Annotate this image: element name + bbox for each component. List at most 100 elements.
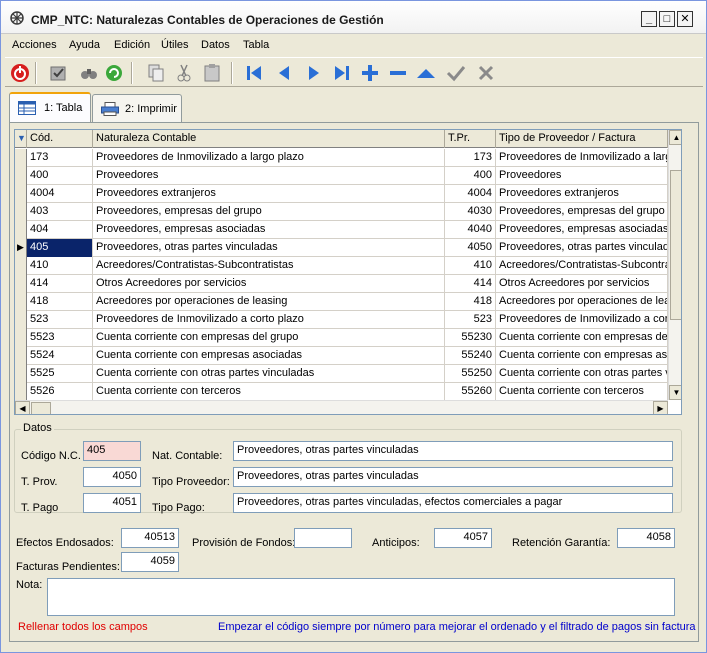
cell-tipo[interactable]: Cuenta corriente con empresas del grupo xyxy=(496,329,668,347)
cell-cod[interactable]: 4004 xyxy=(27,185,93,203)
cell-cod[interactable]: 5523 xyxy=(27,329,93,347)
scroll-right-icon[interactable]: ▶ xyxy=(653,401,668,414)
cell-tpr[interactable]: 55250 xyxy=(445,365,496,383)
cell-tpr[interactable]: 400 xyxy=(445,167,496,185)
codigo-field[interactable]: 405 xyxy=(83,441,141,461)
row-indicator[interactable] xyxy=(15,257,27,275)
cell-nat[interactable]: Proveedores extranjeros xyxy=(93,185,445,203)
cell-cod[interactable]: 418 xyxy=(27,293,93,311)
cell-tipo[interactable]: Proveedores, otras partes vinculadas xyxy=(496,239,668,257)
tab-tabla[interactable]: 1: Tabla xyxy=(9,92,91,122)
cell-tipo[interactable]: Cuenta corriente con otras partes vincul… xyxy=(496,365,668,383)
maximize-button[interactable]: □ xyxy=(659,11,675,27)
menu-tabla[interactable]: Tabla xyxy=(243,39,269,51)
confirm-icon[interactable] xyxy=(445,62,467,84)
cell-tipo[interactable]: Acreedores por operaciones de leasing xyxy=(496,293,668,311)
cell-tipo[interactable]: Proveedores de Inmovilizado a largo plaz… xyxy=(496,149,668,167)
cell-tpr[interactable]: 55230 xyxy=(445,329,496,347)
cell-nat[interactable]: Cuenta corriente con empresas del grupo xyxy=(93,329,445,347)
table-row[interactable]: 414 Otros Acreedores por servicios 414 Otro… xyxy=(15,275,668,293)
cell-cod[interactable]: 403 xyxy=(27,203,93,221)
row-indicator[interactable] xyxy=(15,167,27,185)
menu-datos[interactable]: Datos xyxy=(201,39,230,51)
cell-tpr[interactable]: 173 xyxy=(445,149,496,167)
scroll-left-icon[interactable]: ◀ xyxy=(15,401,30,414)
row-indicator[interactable] xyxy=(15,365,27,383)
cell-tipo[interactable]: Proveedores xyxy=(496,167,668,185)
cell-cod[interactable]: 5526 xyxy=(27,383,93,401)
cell-tipo[interactable]: Proveedores de Inmovilizado a corto plaz… xyxy=(496,311,668,329)
last-record-icon[interactable] xyxy=(331,62,353,84)
row-indicator[interactable] xyxy=(15,293,27,311)
cell-nat[interactable]: Cuenta corriente con otras partes vincul… xyxy=(93,365,445,383)
cell-tipo[interactable]: Proveedores, empresas asociadas xyxy=(496,221,668,239)
first-record-icon[interactable] xyxy=(243,62,265,84)
cell-tpr[interactable]: 55240 xyxy=(445,347,496,365)
table-row[interactable]: 410 Acreedores/Contratistas-Subcontratist… xyxy=(15,257,668,275)
scroll-up-icon[interactable]: ▲ xyxy=(669,130,681,145)
cell-nat[interactable]: Proveedores, empresas del grupo xyxy=(93,203,445,221)
provision-field[interactable] xyxy=(294,528,352,548)
cell-cod[interactable]: 400 xyxy=(27,167,93,185)
menu-utiles[interactable]: Útiles xyxy=(161,39,189,51)
table-row[interactable]: 404 Proveedores, empresas asociadas 4040 Pr… xyxy=(15,221,668,239)
cell-tpr[interactable]: 4030 xyxy=(445,203,496,221)
add-record-icon[interactable] xyxy=(359,62,381,84)
menu-acciones[interactable]: Acciones xyxy=(12,39,57,51)
table-row[interactable]: 523 Proveedores de Inmovilizado a corto p… xyxy=(15,311,668,329)
cell-tpr[interactable]: 523 xyxy=(445,311,496,329)
cell-tpr[interactable]: 55260 xyxy=(445,383,496,401)
cell-nat[interactable]: Acreedores/Contratistas-Subcontratistas xyxy=(93,257,445,275)
table-row[interactable]: 418 Acreedores por operaciones de leasing… xyxy=(15,293,668,311)
cell-nat[interactable]: Proveedores xyxy=(93,167,445,185)
cell-tipo[interactable]: Acreedores/Contratistas-Subcontratistas xyxy=(496,257,668,275)
row-indicator[interactable] xyxy=(15,221,27,239)
grid-vertical-scrollbar[interactable]: ▲ ▼ xyxy=(668,130,681,400)
cell-tipo[interactable]: Cuenta corriente con empresas asociadas xyxy=(496,347,668,365)
cell-tpr[interactable]: 4004 xyxy=(445,185,496,203)
table-row[interactable]: 5525 Cuenta corriente con otras partes vi… xyxy=(15,365,668,383)
sort-indicator-icon[interactable]: ▼ xyxy=(15,130,27,148)
retencion-field[interactable]: 4058 xyxy=(617,528,675,548)
close-button[interactable]: ✕ xyxy=(677,11,693,27)
scroll-down-icon[interactable]: ▼ xyxy=(669,385,681,400)
clipboard-check-icon[interactable] xyxy=(47,62,69,84)
grid-horizontal-scrollbar[interactable]: ◀ ▶ xyxy=(15,400,668,414)
table-row[interactable]: 400 Proveedores 400 Proveedores xyxy=(15,167,668,185)
table-row[interactable]: 173 Proveedores de Inmovilizado a largo p… xyxy=(15,149,668,167)
facturas-field[interactable]: 4059 xyxy=(121,552,179,572)
header-naturaleza[interactable]: Naturaleza Contable xyxy=(93,130,445,148)
cell-tpr[interactable]: 4050 xyxy=(445,239,496,257)
tab-imprimir[interactable]: 2: Imprimir xyxy=(92,94,182,122)
cell-cod[interactable]: 173 xyxy=(27,149,93,167)
cell-tpr[interactable]: 4040 xyxy=(445,221,496,239)
copy-icon[interactable] xyxy=(145,62,167,84)
cell-nat[interactable]: Proveedores de Inmovilizado a largo plaz… xyxy=(93,149,445,167)
tipo-pago-field[interactable]: Proveedores, otras partes vinculadas, ef… xyxy=(233,493,673,513)
previous-record-icon[interactable] xyxy=(273,62,295,84)
header-cod[interactable]: Cód. xyxy=(27,130,93,148)
cell-nat[interactable]: Proveedores, otras partes vinculadas xyxy=(93,239,445,257)
cell-tipo[interactable]: Proveedores, empresas del grupo xyxy=(496,203,668,221)
cell-tpr[interactable]: 414 xyxy=(445,275,496,293)
efectos-field[interactable]: 40513 xyxy=(121,528,179,548)
cell-cod[interactable]: 5525 xyxy=(27,365,93,383)
tipo-proveedor-field[interactable]: Proveedores, otras partes vinculadas xyxy=(233,467,673,487)
nota-field[interactable] xyxy=(47,578,675,616)
minimize-button[interactable]: _ xyxy=(641,11,657,27)
cell-nat[interactable]: Cuenta corriente con empresas asociadas xyxy=(93,347,445,365)
cell-nat[interactable]: Proveedores de Inmovilizado a corto plaz… xyxy=(93,311,445,329)
row-indicator[interactable] xyxy=(15,383,27,401)
row-indicator[interactable] xyxy=(15,311,27,329)
scroll-thumb[interactable] xyxy=(670,170,681,320)
cell-tpr[interactable]: 418 xyxy=(445,293,496,311)
cell-cod[interactable]: 410 xyxy=(27,257,93,275)
tpago-field[interactable]: 4051 xyxy=(83,493,141,513)
header-tipo[interactable]: Tipo de Proveedor / Factura xyxy=(496,130,668,148)
cell-tipo[interactable]: Otros Acreedores por servicios xyxy=(496,275,668,293)
current-row-indicator-icon[interactable]: ▶ xyxy=(15,239,27,257)
cell-tipo[interactable]: Cuenta corriente con terceros xyxy=(496,383,668,401)
cell-cod[interactable]: 523 xyxy=(27,311,93,329)
row-indicator[interactable] xyxy=(15,347,27,365)
row-indicator[interactable] xyxy=(15,275,27,293)
